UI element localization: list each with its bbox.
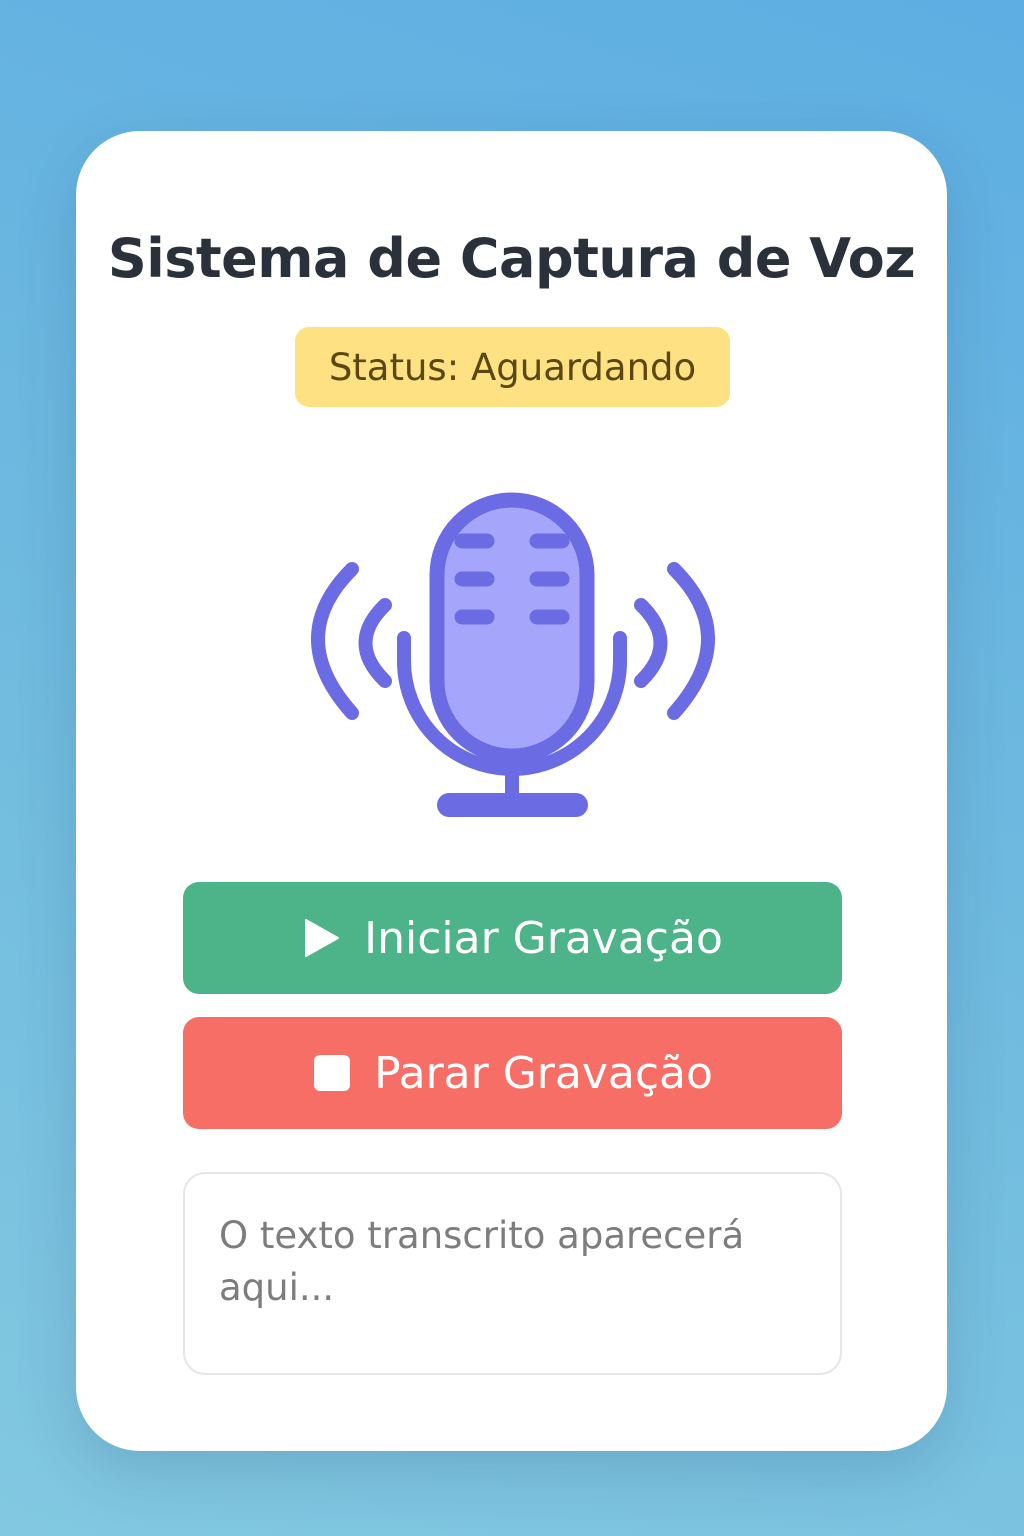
start-recording-label: Iniciar Gravação: [364, 912, 723, 964]
sound-wave-outer-right: [667, 562, 715, 720]
microphone-icon: [296, 451, 728, 841]
status-badge: Status: Aguardando: [295, 327, 730, 407]
voice-capture-card: Sistema de Captura de Voz Status: Aguard…: [76, 131, 947, 1451]
status-text: Status: Aguardando: [328, 345, 697, 389]
stop-recording-button[interactable]: Parar Gravação: [183, 1017, 842, 1129]
stop-icon: [312, 1053, 352, 1093]
transcript-textarea[interactable]: [183, 1172, 842, 1375]
page-title: Sistema de Captura de Voz: [107, 227, 916, 290]
play-icon: [302, 918, 342, 958]
sound-wave-inner-right: [634, 598, 668, 688]
sound-wave-outer-left: [311, 562, 359, 720]
sound-wave-inner-left: [358, 598, 392, 688]
start-recording-button[interactable]: Iniciar Gravação: [183, 882, 842, 994]
stop-recording-label: Parar Gravação: [374, 1047, 713, 1099]
